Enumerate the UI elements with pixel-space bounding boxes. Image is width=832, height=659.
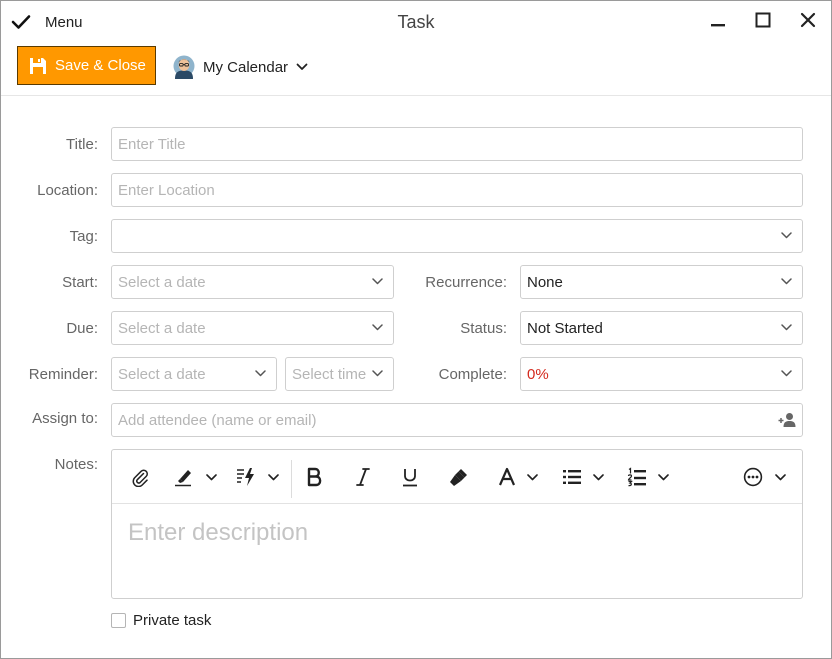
numbered-list-icon — [627, 467, 647, 487]
recurrence-label: Recurrence: — [425, 274, 507, 291]
menu-label: Menu — [45, 13, 83, 31]
recurrence-select[interactable]: None — [520, 265, 803, 299]
toolbar-divider — [291, 460, 292, 498]
chevron-down-icon — [658, 473, 669, 481]
italic-icon — [354, 467, 372, 487]
assign-label: Assign to: — [32, 410, 98, 427]
highlight-button[interactable] — [174, 464, 217, 490]
title-placeholder: Enter Title — [118, 136, 186, 153]
chevron-down-icon — [372, 278, 383, 285]
close-button[interactable] — [795, 9, 821, 31]
tag-select[interactable] — [111, 219, 803, 253]
due-date-picker[interactable]: Select a date — [111, 311, 394, 345]
notes-label: Notes: — [54, 456, 98, 473]
calendar-selector[interactable]: My Calendar — [173, 53, 308, 81]
minimize-button[interactable] — [705, 9, 731, 31]
status-value: Not Started — [527, 320, 603, 337]
notes-toolbar — [112, 450, 802, 504]
chevron-down-icon — [593, 473, 604, 481]
task-window: Menu Task Save & Close My Calendar Title… — [0, 0, 832, 659]
chevron-down-icon — [372, 370, 383, 377]
format-painter-icon — [449, 467, 469, 487]
notes-placeholder: Enter description — [128, 519, 309, 546]
chevron-down-icon — [781, 324, 792, 331]
format-painter-button[interactable] — [449, 464, 469, 490]
close-icon — [800, 12, 816, 28]
reminder-date-placeholder: Select a date — [118, 366, 206, 383]
location-label: Location: — [37, 182, 98, 199]
start-label: Start: — [62, 274, 98, 291]
avatar — [173, 55, 195, 79]
numbered-list-button[interactable] — [627, 464, 669, 490]
checkmark-icon — [11, 14, 31, 30]
chevron-down-icon — [527, 473, 538, 481]
reminder-time-picker[interactable]: Select time — [285, 357, 394, 391]
due-date-placeholder: Select a date — [118, 320, 206, 337]
highlighter-icon — [174, 467, 194, 487]
bullet-list-icon — [562, 467, 582, 487]
chevron-down-icon — [781, 278, 792, 285]
assign-placeholder: Add attendee (name or email) — [118, 412, 317, 429]
chevron-down-icon — [296, 63, 308, 71]
add-person-icon[interactable] — [778, 412, 796, 428]
underline-button[interactable] — [401, 464, 419, 490]
notes-editor[interactable]: Enter description — [111, 449, 803, 599]
reminder-date-picker[interactable]: Select a date — [111, 357, 277, 391]
location-input[interactable]: Enter Location — [111, 173, 803, 207]
private-task-label: Private task — [133, 611, 212, 629]
chevron-down-icon — [255, 370, 266, 377]
chevron-down-icon — [372, 324, 383, 331]
quick-format-button[interactable] — [236, 464, 279, 490]
status-select[interactable]: Not Started — [520, 311, 803, 345]
maximize-button[interactable] — [750, 9, 776, 31]
start-date-picker[interactable]: Select a date — [111, 265, 394, 299]
quick-format-icon — [236, 467, 256, 487]
attachment-icon — [130, 467, 150, 487]
bullet-list-button[interactable] — [562, 464, 604, 490]
save-icon — [28, 56, 48, 76]
title-label: Title: — [66, 136, 98, 153]
chevron-down-icon — [781, 370, 792, 377]
italic-button[interactable] — [354, 464, 372, 490]
chevron-down-icon — [268, 473, 279, 481]
minimize-icon — [710, 12, 726, 28]
toolbar: Save & Close My Calendar — [1, 43, 831, 96]
complete-label: Complete: — [438, 366, 507, 383]
chevron-down-icon — [206, 473, 217, 481]
private-task-toggle[interactable]: Private task — [111, 610, 211, 630]
private-task-checkbox[interactable] — [111, 612, 126, 628]
bold-icon — [305, 467, 323, 487]
attach-button[interactable] — [130, 464, 150, 490]
more-options-icon — [743, 467, 763, 487]
bold-button[interactable] — [305, 464, 323, 490]
save-close-label: Save & Close — [55, 57, 146, 74]
title-input[interactable]: Enter Title — [111, 127, 803, 161]
more-options-button[interactable] — [743, 464, 786, 490]
chevron-down-icon — [781, 232, 792, 239]
title-bar: Menu Task — [1, 1, 831, 43]
font-color-button[interactable] — [498, 464, 538, 490]
due-label: Due: — [66, 320, 98, 337]
complete-value: 0% — [527, 366, 549, 383]
reminder-label: Reminder: — [28, 366, 98, 383]
tag-label: Tag: — [69, 228, 98, 245]
menu-button[interactable]: Menu — [11, 9, 83, 35]
recurrence-value: None — [527, 274, 563, 291]
font-color-icon — [498, 467, 516, 487]
underline-icon — [401, 467, 419, 487]
save-close-button[interactable]: Save & Close — [17, 46, 156, 85]
status-label: Status: — [460, 320, 507, 337]
reminder-time-placeholder: Select time — [292, 366, 367, 383]
complete-select[interactable]: 0% — [520, 357, 803, 391]
location-placeholder: Enter Location — [118, 182, 215, 199]
maximize-icon — [755, 12, 771, 28]
calendar-label: My Calendar — [203, 58, 289, 76]
assign-input[interactable]: Add attendee (name or email) — [111, 403, 803, 437]
start-date-placeholder: Select a date — [118, 274, 206, 291]
chevron-down-icon — [775, 473, 786, 481]
